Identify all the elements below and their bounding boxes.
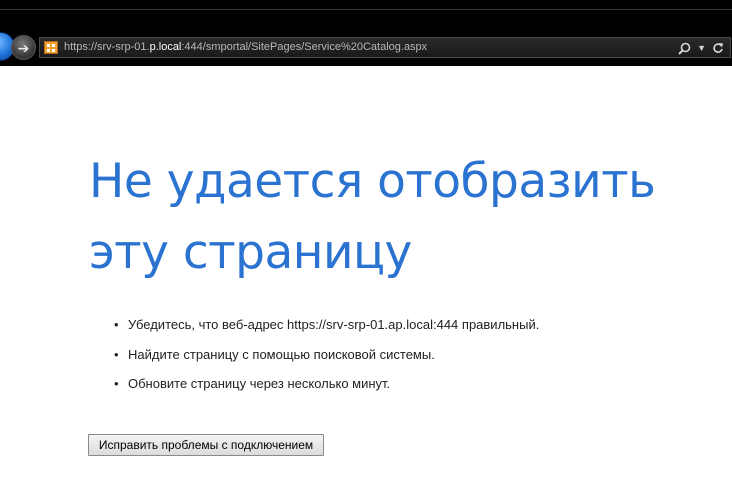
bullet: •	[114, 376, 119, 391]
list-item: • Найдите страницу с помощью поисковой с…	[112, 344, 539, 374]
list-item: • Обновите страницу через несколько мину…	[112, 373, 539, 403]
url-path: :444/smportal/SitePages/Service%20Catalo…	[181, 41, 428, 53]
address-bar[interactable]: https://srv-srp-01.p.local:444/smportal/…	[39, 37, 731, 58]
url-prefix: https://srv-srp-01.	[64, 41, 150, 53]
bullet: •	[114, 317, 119, 332]
tip-check-address-tail: p.local:444 правильный.	[395, 317, 540, 332]
tip-check-address: Убедитесь, что веб-адрес https://srv-srp…	[128, 317, 396, 332]
browser-toolbar: ➔ https://srv-srp-01.p.local:444/smporta…	[0, 0, 732, 66]
forward-arrow-icon: ➔	[17, 39, 30, 56]
browser-window: ➔ https://srv-srp-01.p.local:444/smporta…	[0, 0, 732, 484]
refresh-icon[interactable]	[712, 42, 724, 54]
chevron-down-icon[interactable]: ▼	[697, 43, 706, 53]
list-item: • Убедитесь, что веб-адрес https://srv-s…	[112, 314, 539, 344]
bullet: •	[114, 346, 119, 362]
url-host: p.local	[149, 41, 182, 53]
troubleshooting-list: • Убедитесь, что веб-адрес https://srv-s…	[112, 314, 539, 403]
url-text[interactable]: https://srv-srp-01.p.local:444/smportal/…	[64, 41, 427, 53]
fix-connection-problems-button[interactable]: Исправить проблемы с подключением	[88, 434, 324, 456]
tip-search-engine: Найдите страницу с помощью поисковой сис…	[128, 346, 435, 362]
forward-button[interactable]: ➔	[11, 35, 36, 60]
address-bar-actions: ▼	[678, 39, 724, 57]
toolbar-divider	[0, 9, 732, 10]
error-title: Не удается отобразить эту страницу	[89, 154, 656, 280]
search-icon[interactable]	[678, 42, 691, 55]
site-favicon-icon	[44, 41, 58, 54]
tip-refresh-later: Обновите страницу через несколько минут.	[128, 376, 391, 391]
